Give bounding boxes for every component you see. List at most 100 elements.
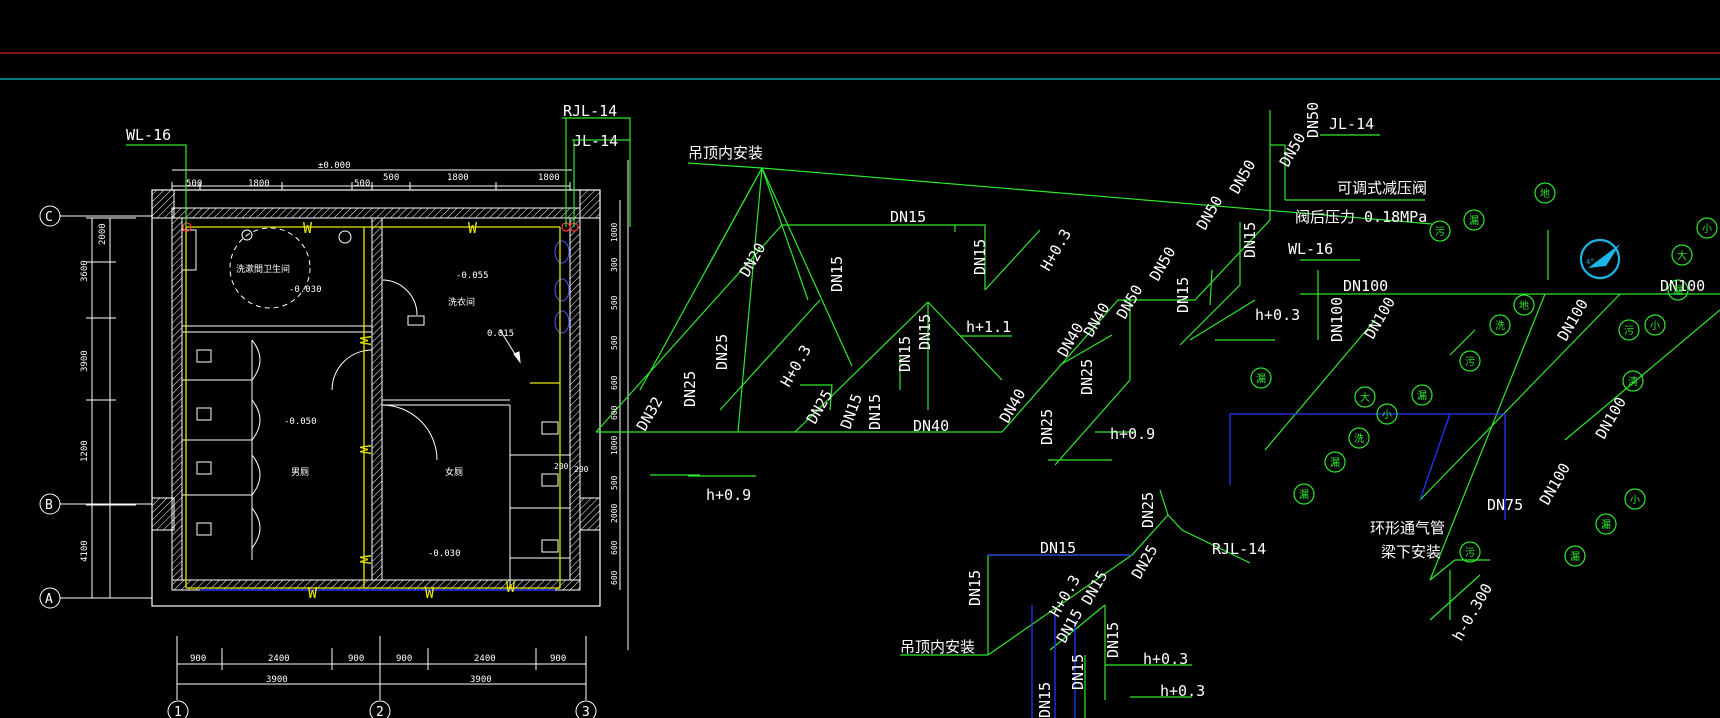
top-dim-1: 500	[186, 179, 202, 189]
room-label-laundry: 洗衣间	[448, 296, 475, 308]
elev-laundry: -0.055	[456, 271, 489, 281]
note-ceiling-2: 吊顶内安装	[900, 638, 975, 656]
right-dim-11: 600	[610, 570, 619, 585]
compass-angle: 4°	[1586, 258, 1594, 266]
size-dn15-4: DN15	[866, 394, 884, 430]
size-dn25-5: DN25	[1038, 409, 1056, 445]
bottom-dim-4: 900	[396, 654, 412, 664]
valve-pressure: 阀后压力 0.18MPa	[1295, 208, 1427, 226]
tag-4: 大	[1677, 249, 1687, 262]
drain-size-dn100-4: DN100	[1361, 294, 1399, 342]
right-dim-9: 2000	[610, 504, 619, 523]
tag-21: 漏	[1601, 519, 1611, 531]
size-dn25-1: DN25	[681, 371, 699, 407]
drain-size-dn100-6: DN100	[1592, 394, 1630, 442]
bottom-total-2: 3900	[470, 675, 492, 685]
height-h11: h+1.1	[966, 318, 1011, 336]
drain-size-dn100-5: DN100	[1554, 296, 1592, 344]
left-dim-3: 3900	[80, 350, 90, 372]
pipe-mark-w-6: W	[356, 336, 374, 346]
plan-text: WL-16 RJL-14 JL-14 C B A 1 2 3 洗漱間卫生间 洗衣…	[45, 102, 619, 718]
height-h09-1: h+0.9	[706, 486, 751, 504]
pipe-mark-w-1: W	[303, 219, 313, 237]
axis-c: C	[45, 210, 53, 225]
size-dn15-9: DN15	[1174, 277, 1192, 313]
tag-3: 漏	[1469, 215, 1479, 227]
hot-size-dn15-1: DN15	[1040, 539, 1076, 557]
tag-20: 小	[1630, 494, 1640, 506]
axis-b: B	[45, 498, 53, 513]
right-dim-3: 500	[610, 295, 619, 310]
drain-vent-blue	[1229, 413, 1506, 520]
tag-8: 污	[1624, 325, 1634, 337]
size-dn40-1: DN40	[913, 417, 949, 435]
left-dim-4: 1200	[80, 440, 90, 462]
vent-note: 环形通气管	[1370, 519, 1445, 537]
top-dim-6: 1800	[538, 173, 560, 183]
tag-12: 漏	[1256, 373, 1266, 385]
right-dim-2: 300	[610, 257, 619, 272]
drain-height: h-0.300	[1449, 580, 1496, 644]
size-dn50-1: DN50	[1113, 282, 1147, 322]
slope-label: 0.015	[487, 329, 514, 339]
elev-women: -0.030	[428, 549, 461, 559]
tag-1: 地	[1540, 187, 1550, 200]
riser-label-rjl: RJL-14	[563, 102, 617, 120]
tag-14: 小	[1382, 409, 1392, 421]
size-dn50-6: DN50	[1304, 102, 1322, 138]
extra-dim-2: 200	[574, 465, 589, 474]
height-h09-2: h+0.9	[1110, 425, 1155, 443]
hot-height-h03-2: h+0.3	[1160, 682, 1205, 700]
bottom-total-1: 3900	[266, 675, 288, 685]
tag-22: 污	[1465, 547, 1475, 559]
room-label-women: 女厕	[445, 466, 463, 478]
drain-size-dn100-1: DN100	[1343, 277, 1388, 295]
size-dn15-5: DN15	[896, 336, 914, 372]
height-H03-2: H+0.3	[1037, 226, 1075, 274]
hot-size-dn15-7: DN15	[1036, 682, 1054, 718]
hot-height-h03-1: h+0.3	[1143, 650, 1188, 668]
elev-shower: -0.030	[289, 285, 322, 295]
tag-17: 漏	[1330, 457, 1340, 469]
riser-rjl-14: RJL-14	[1212, 540, 1266, 558]
elev-men: -0.050	[284, 417, 317, 427]
hot-size-dn25-1: DN25	[1139, 492, 1157, 528]
tag-6: 漏	[1673, 285, 1683, 297]
right-dim-10: 600	[610, 540, 619, 555]
height-H03-1: H+0.3	[777, 342, 815, 390]
hot-size-dn15-2: DN15	[966, 570, 984, 606]
tag-10: 地	[1519, 299, 1529, 312]
pipe-mark-w-4: W	[425, 584, 435, 602]
axis-1: 1	[174, 705, 182, 718]
tag-13: 大	[1360, 391, 1370, 404]
note-ceiling-1: 吊顶内安装	[688, 144, 763, 162]
size-dn15-7: DN15	[837, 391, 866, 431]
size-dn50-3: DN50	[1193, 193, 1227, 233]
drain-size-dn75: DN75	[1487, 496, 1523, 514]
pipe-mark-w-3: W	[308, 584, 318, 602]
tag-23: 漏	[1570, 551, 1580, 563]
tag-9: 洗	[1495, 320, 1505, 332]
room-label-men: 男厕	[291, 467, 309, 478]
bottom-dim-5: 2400	[474, 654, 496, 664]
pipe-mark-w-5: W	[506, 578, 516, 596]
bottom-dim-6: 900	[550, 654, 566, 664]
tag-18: 漏	[1299, 489, 1309, 501]
right-dim-4: 500	[610, 335, 619, 350]
size-dn50-4: DN50	[1226, 157, 1260, 197]
vent-note-2: 梁下安装	[1381, 543, 1441, 561]
tag-16: 洗	[1354, 433, 1364, 445]
valve-label: 可调式减压阀	[1337, 179, 1427, 197]
pipe-mark-w-7: W	[356, 445, 374, 455]
pipe-mark-w-8: W	[356, 555, 374, 565]
size-dn15-8: DN15	[1241, 222, 1259, 258]
height-h03-1: h+0.3	[1255, 306, 1300, 324]
top-dim-2: 1800	[248, 179, 270, 189]
hot-size-dn25-2: DN25	[1128, 542, 1162, 582]
cad-canvas[interactable]: WL-16 RJL-14 JL-14 C B A 1 2 3 洗漱間卫生间 洗衣…	[0, 0, 1720, 718]
hot-size-dn15-5: DN15	[1104, 622, 1122, 658]
drain-size-dn100-3: DN100	[1328, 297, 1346, 342]
water-iso-text: 吊顶内安装 DN15 DN15 DN15 DN15 DN15 DN15 DN15…	[633, 102, 1427, 504]
top-dim-3: 500	[354, 179, 370, 189]
drain-iso-text: WL-16 DN100 DN100 DN100 DN100 DN100 DN10…	[1288, 240, 1705, 644]
